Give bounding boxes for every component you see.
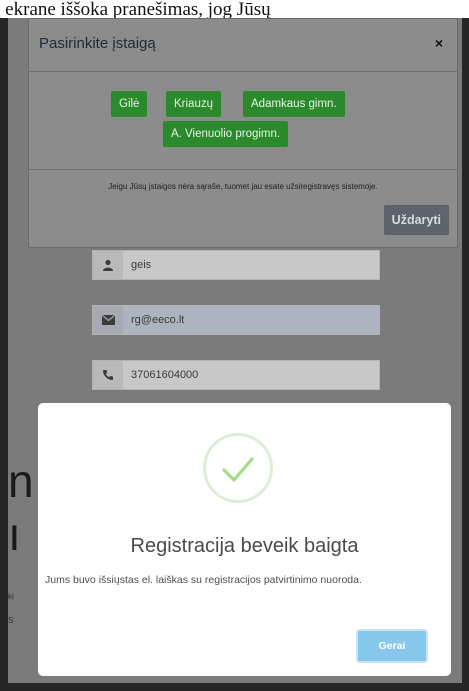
bg-heading-fragment: n bbox=[8, 455, 34, 507]
bg-text-fragment: S bbox=[8, 616, 14, 625]
name-field[interactable]: geis bbox=[92, 250, 380, 280]
divider bbox=[29, 169, 457, 170]
institution-modal-header: Pasirinkite įstaigą × bbox=[29, 19, 457, 72]
screenshot-frame: geis rg@eeco.lt 37061604000 n ı ki S Pas… bbox=[0, 18, 469, 691]
ok-button[interactable]: Gerai bbox=[356, 629, 428, 663]
close-modal-button[interactable]: Uždaryti bbox=[383, 205, 449, 235]
dimmed-page: geis rg@eeco.lt 37061604000 n ı ki S Pas… bbox=[8, 18, 462, 683]
institution-button-gile[interactable]: Gilė bbox=[111, 91, 148, 117]
email-value: rg@eeco.lt bbox=[131, 314, 185, 326]
name-value: geis bbox=[131, 259, 152, 271]
document-caption: ą ekrane iššoka pranešimas, jog Jūsų bbox=[0, 0, 469, 20]
success-check-icon bbox=[203, 433, 273, 503]
envelope-icon bbox=[93, 306, 123, 334]
user-icon bbox=[93, 251, 123, 279]
institution-button-kriauzu[interactable]: Kriauzų bbox=[166, 91, 221, 117]
institution-modal: Pasirinkite įstaigą × Gilė Kriauzų Adamk… bbox=[28, 18, 458, 248]
close-icon[interactable]: × bbox=[435, 35, 443, 51]
institution-button-adamkaus[interactable]: Adamkaus gimn. bbox=[243, 91, 345, 117]
success-message: Jums buvo išsiųstas el. laiškas su regis… bbox=[45, 574, 362, 586]
success-title: Registracija beveik baigta bbox=[130, 535, 359, 557]
bg-text-fragment: ki bbox=[8, 592, 14, 601]
institution-button-vienuolio[interactable]: A. Vienuolio progimn. bbox=[163, 121, 289, 147]
phone-icon bbox=[93, 361, 123, 389]
institution-modal-title: Pasirinkite įstaigą bbox=[39, 35, 156, 52]
success-dialog: Registracija beveik baigta Jums buvo išs… bbox=[38, 403, 451, 676]
bg-heading-fragment: ı bbox=[8, 508, 21, 560]
email-field[interactable]: rg@eeco.lt bbox=[92, 305, 380, 335]
institution-note: Jeigu Jūsų įstaigos nėra sąraše, tuomet … bbox=[108, 182, 378, 191]
phone-value: 37061604000 bbox=[131, 369, 199, 381]
phone-field[interactable]: 37061604000 bbox=[92, 360, 380, 390]
